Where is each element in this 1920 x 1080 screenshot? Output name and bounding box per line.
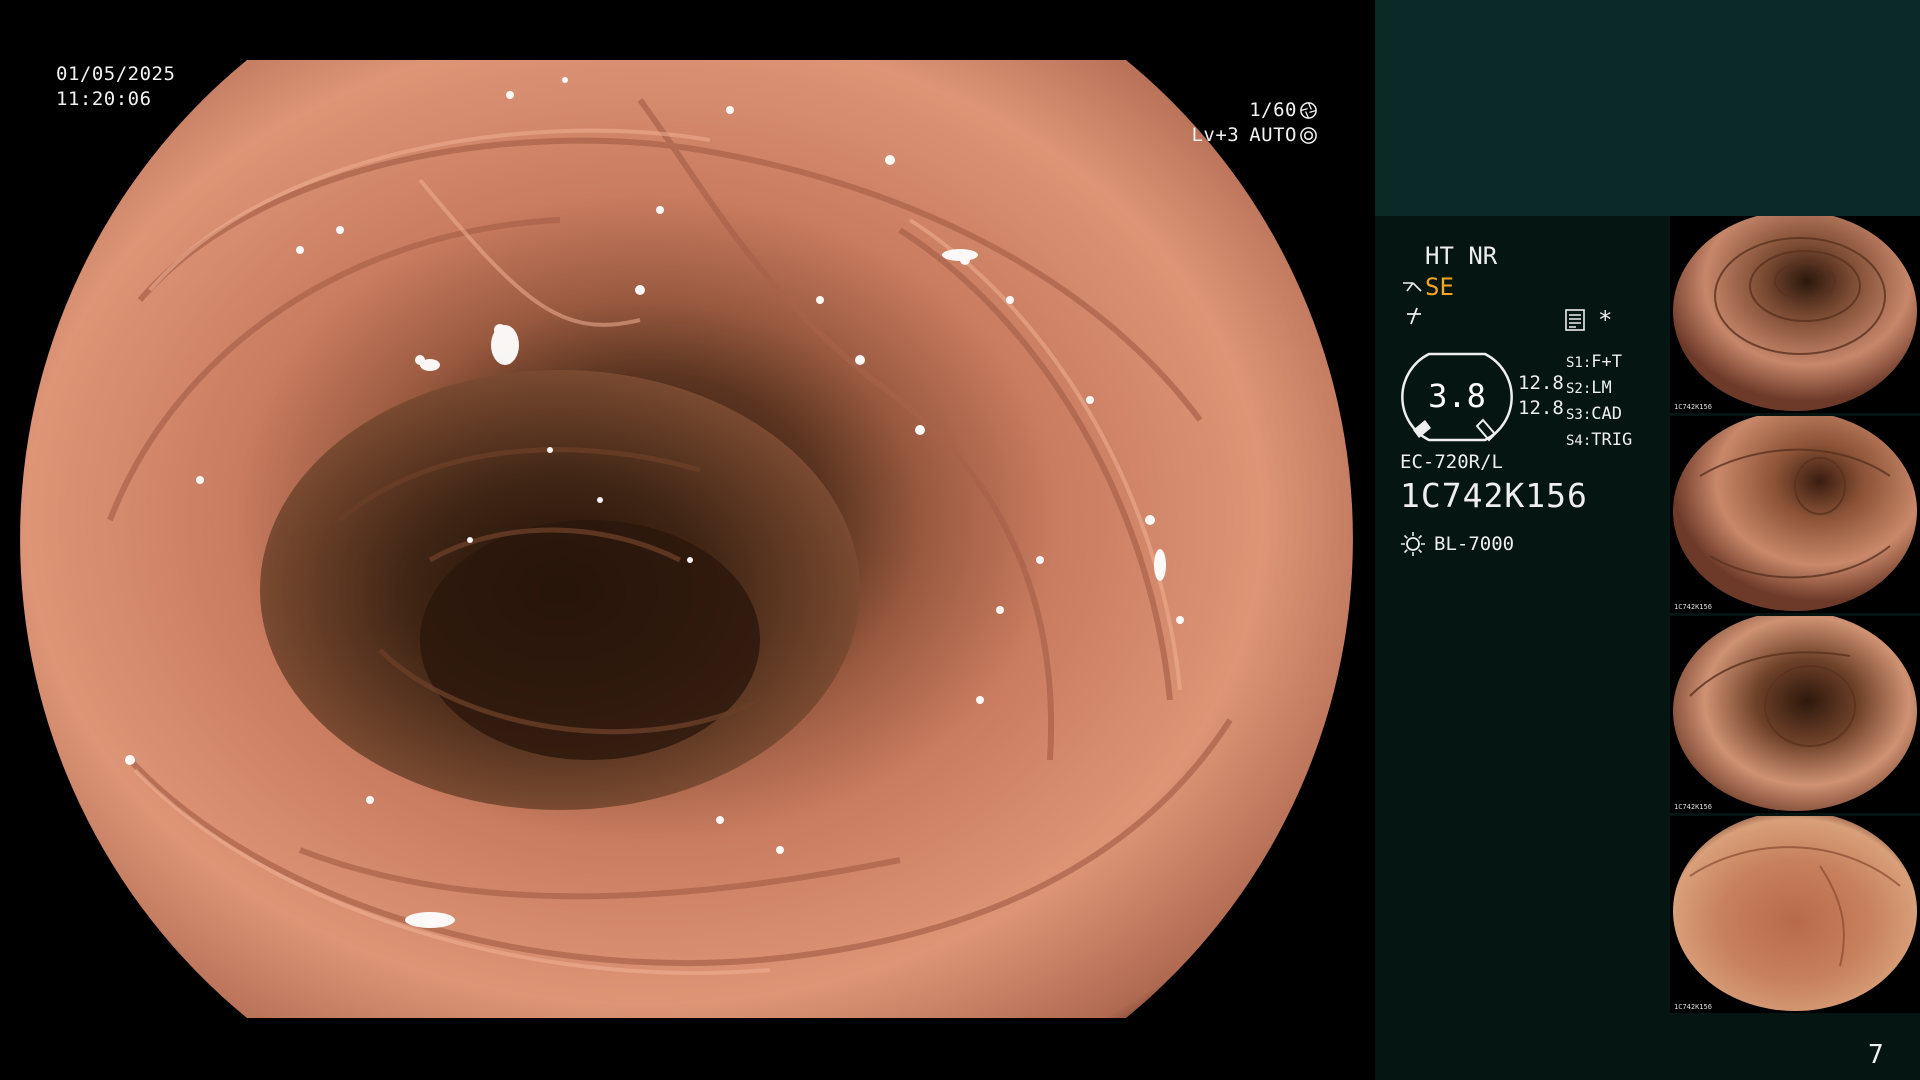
thumbnail-caption: 1C742K156 — [1674, 803, 1712, 811]
scope-switch-row: S2:LM — [1566, 378, 1612, 398]
thumbnail-2[interactable]: 1C742K156 — [1670, 416, 1920, 613]
scope-model: EC-720R/L — [1400, 451, 1503, 473]
se-label: SE — [1425, 273, 1454, 301]
scope-switch-row: S1:F+T — [1566, 352, 1623, 372]
light-source: BL-7000 — [1400, 530, 1514, 558]
structure-enhancement-icon — [1403, 282, 1422, 292]
lamp-icon — [1401, 532, 1425, 556]
thumbnail-image — [1673, 216, 1917, 411]
thumbnail-caption: 1C742K156 — [1674, 1003, 1712, 1011]
asterisk-icon: * — [1598, 306, 1613, 334]
date-text: 01/05/2025 — [56, 63, 176, 85]
color-enhancement-icon — [1407, 307, 1421, 325]
right-info-panel: HT NR SE * 3.8 12.8 12.8 S1:F+T S2:LM S3… — [1375, 0, 1920, 1080]
endoscopic-image — [20, 60, 1353, 1018]
gauge-value: 3.8 — [1428, 377, 1486, 415]
thumbnail-4[interactable]: 1C742K156 — [1670, 816, 1920, 1013]
processor-status: HT NR SE * 3.8 12.8 12.8 S1:F+T S2:LM S3… — [1375, 216, 1670, 1080]
capture-indicators: * — [1564, 306, 1612, 334]
thumbnail-image — [1673, 416, 1917, 611]
scope-switch-row: S3:CAD — [1566, 404, 1623, 424]
captured-thumbnail-list: 1C742K156 1C742K156 1C742K156 1C742K156 — [1670, 216, 1920, 1016]
color-enhancement-indicator — [1403, 304, 1425, 332]
aperture-icon — [1300, 102, 1317, 119]
light-source-text: BL-7000 — [1434, 533, 1515, 555]
iris-icon — [1300, 127, 1317, 144]
thumbnail-caption: 1C742K156 — [1674, 603, 1712, 611]
time-text: 11:20:06 — [56, 88, 152, 110]
ht-nr-status: HT NR — [1425, 242, 1497, 270]
shutter-row: 1/60 — [1191, 98, 1318, 123]
shutter-text: 1/60 — [1249, 99, 1297, 121]
main-endoscopic-view: 01/05/2025 11:20:06 1/60 Lv+3 AUTO — [0, 0, 1373, 1080]
scope-serial: 1C742K156 — [1400, 476, 1588, 515]
thumbnail-1[interactable]: 1C742K156 — [1670, 216, 1920, 413]
scope-switch-row: S4:TRIG — [1566, 430, 1633, 450]
exposure-readout: 1/60 Lv+3 AUTO — [1191, 98, 1318, 148]
ratio-top: 12.8 — [1518, 372, 1564, 394]
ratio-bottom: 12.8 — [1518, 397, 1564, 419]
thumbnail-image — [1673, 616, 1917, 811]
page-number: 7 — [1868, 1040, 1884, 1070]
scope-switch-list: S1:F+T S2:LM S3:CAD S4:TRIG — [1566, 350, 1632, 454]
ratio-readout: 12.8 12.8 — [1518, 371, 1564, 421]
se-status: SE — [1401, 273, 1454, 301]
ht-label: HT — [1425, 242, 1454, 270]
mode-text: AUTO — [1249, 124, 1297, 146]
panel-header-band — [1375, 0, 1920, 216]
date-time-readout: 01/05/2025 11:20:06 — [56, 62, 175, 112]
storage-icon — [1565, 309, 1585, 331]
nr-label: NR — [1468, 242, 1498, 270]
mode-row: Lv+3 AUTO — [1191, 123, 1318, 148]
level-text: Lv+3 — [1191, 124, 1240, 146]
thumbnail-image — [1673, 816, 1917, 1011]
thumbnail-3[interactable]: 1C742K156 — [1670, 616, 1920, 813]
thumbnail-caption: 1C742K156 — [1674, 403, 1712, 411]
